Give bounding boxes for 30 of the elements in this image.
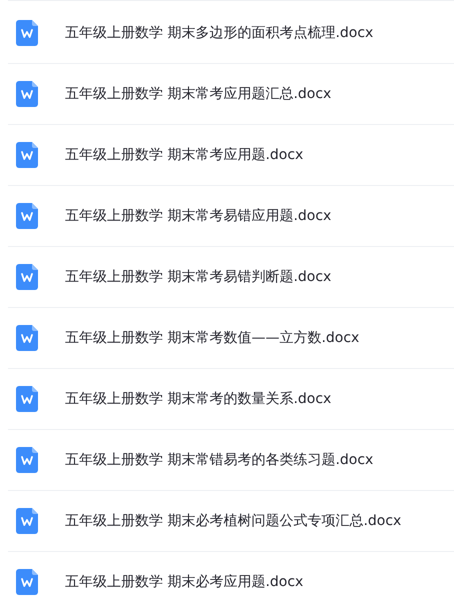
word-document-icon (16, 569, 38, 595)
file-row[interactable]: 五年级上册数学 期末多边形的面积考点梳理.docx (8, 3, 454, 64)
file-name: 五年级上册数学 期末常考应用题.docx (65, 146, 304, 164)
file-row[interactable]: 五年级上册数学 期末必考植树问题公式专项汇总.docx (8, 491, 454, 552)
file-row[interactable]: 五年级上册数学 期末常考应用题汇总.docx (8, 64, 454, 125)
file-name: 五年级上册数学 期末常考数值——立方数.docx (65, 328, 360, 348)
word-document-icon (16, 508, 38, 534)
file-name: 五年级上册数学 期末必考植树问题公式专项汇总.docx (65, 512, 402, 530)
word-document-icon (16, 386, 38, 412)
file-row[interactable]: 五年级上册数学 期末常考易错判断题.docx (8, 247, 454, 308)
file-row[interactable]: 五年级上册数学 期末常考数值——立方数.docx (8, 308, 454, 369)
word-document-icon (16, 142, 38, 168)
file-row[interactable]: 五年级上册数学 期末常考应用题.docx (8, 125, 454, 186)
word-document-icon (16, 325, 38, 351)
word-document-icon (16, 20, 38, 46)
file-name: 五年级上册数学 期末常错易考的各类练习题.docx (65, 450, 374, 470)
file-name: 五年级上册数学 期末必考应用题.docx (65, 572, 304, 592)
file-name: 五年级上册数学 期末常考应用题汇总.docx (65, 84, 332, 104)
file-row[interactable]: 五年级上册数学 期末常错易考的各类练习题.docx (8, 430, 454, 491)
file-row[interactable]: 五年级上册数学 期末必考应用题.docx (8, 552, 454, 611)
file-name: 五年级上册数学 期末常考易错应用题.docx (65, 206, 332, 226)
file-name: 五年级上册数学 期末常考的数量关系.docx (65, 390, 332, 408)
file-name: 五年级上册数学 期末常考易错判断题.docx (65, 268, 332, 286)
word-document-icon (16, 264, 38, 290)
word-document-icon (16, 203, 38, 229)
word-document-icon (16, 447, 38, 473)
file-name: 五年级上册数学 期末多边形的面积考点梳理.docx (65, 24, 374, 42)
word-document-icon (16, 81, 38, 107)
file-row[interactable]: 五年级上册数学 期末常考易错应用题.docx (8, 186, 454, 247)
file-row[interactable]: 五年级上册数学 期末常考的数量关系.docx (8, 369, 454, 430)
